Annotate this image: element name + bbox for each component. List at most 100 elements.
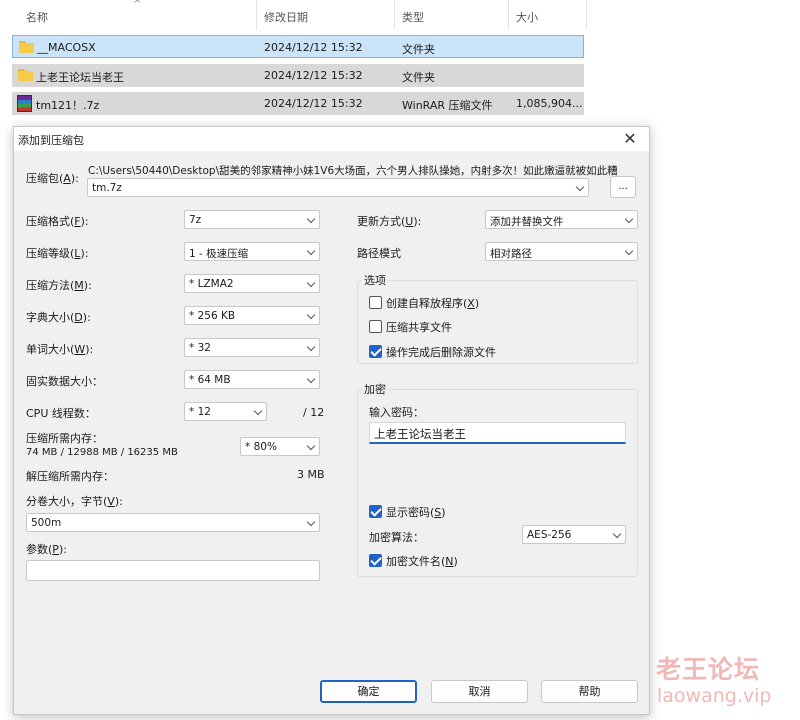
chevron-down-icon xyxy=(306,277,316,289)
show-password-label[interactable]: 显示密码(S) xyxy=(386,504,446,520)
column-header: 名称 ^ 修改日期 类型 大小 xyxy=(0,0,590,34)
chevron-down-icon xyxy=(253,405,263,417)
method-combo[interactable]: * LZMA2 xyxy=(184,274,320,293)
mem-percent-combo[interactable]: * 80% xyxy=(240,437,320,456)
split-label: 分卷大小，字节(V): xyxy=(26,495,123,508)
chevron-down-icon xyxy=(624,245,634,257)
column-type[interactable]: 类型 xyxy=(402,9,424,25)
cpu-label: CPU 线程数： xyxy=(26,407,96,420)
encryption-title: 加密 xyxy=(362,381,388,397)
mem-decomp-value: 3 MB xyxy=(297,468,325,481)
word-value: * 32 xyxy=(189,342,211,354)
column-name[interactable]: 名称 xyxy=(26,9,48,25)
file-modified: 2024/12/12 15:32 xyxy=(264,41,363,54)
file-type: 文件夹 xyxy=(402,43,435,56)
split-combo[interactable]: 500m xyxy=(26,513,320,532)
column-modified[interactable]: 修改日期 xyxy=(264,9,308,25)
file-name: tm121！.7z xyxy=(36,99,100,112)
level-label: 压缩等级(L): xyxy=(26,247,89,260)
sort-up-icon: ^ xyxy=(133,0,142,10)
shared-checkbox[interactable] xyxy=(369,320,382,333)
encryption-method-combo[interactable]: AES-256 xyxy=(522,525,626,544)
solid-label: 固实数据大小： xyxy=(26,375,103,388)
update-label: 更新方式(U): xyxy=(357,215,422,228)
show-password-checkbox[interactable] xyxy=(369,505,382,518)
update-combo[interactable]: 添加并替换文件 xyxy=(485,210,638,229)
path-mode-value: 相对路径 xyxy=(490,248,532,260)
column-divider[interactable] xyxy=(394,0,395,30)
cpu-combo[interactable]: * 12 xyxy=(184,402,267,421)
word-combo[interactable]: * 32 xyxy=(184,338,320,357)
encryption-method-label: 加密算法： xyxy=(369,531,424,544)
format-value: 7z xyxy=(189,214,202,226)
update-value: 添加并替换文件 xyxy=(490,216,564,228)
file-name: __MACOSX xyxy=(37,41,96,54)
file-type: 文件夹 xyxy=(402,71,435,84)
dict-combo[interactable]: * 256 KB xyxy=(184,306,320,325)
chevron-down-icon xyxy=(306,341,316,353)
dict-value: * 256 KB xyxy=(189,310,236,322)
file-row-macosx[interactable]: __MACOSX 2024/12/12 15:32 文件夹 xyxy=(12,35,584,58)
password-label: 输入密码： xyxy=(369,406,424,419)
sfx-checkbox[interactable] xyxy=(369,296,382,309)
watermark-url: laowang.vip xyxy=(657,685,772,707)
level-combo[interactable]: 1 - 极速压缩 xyxy=(184,242,320,261)
close-button[interactable]: ✕ xyxy=(619,128,641,150)
archive-path: C:\Users\50440\Desktop\甜美的邻家精神小妹1V6大场面，六… xyxy=(88,165,618,177)
encrypt-names-checkbox[interactable] xyxy=(369,554,382,567)
column-size[interactable]: 大小 xyxy=(516,9,538,25)
file-modified: 2024/12/12 15:32 xyxy=(264,69,363,82)
mem-percent-value: * 80% xyxy=(245,441,277,453)
method-label: 压缩方法(M): xyxy=(26,279,92,292)
encryption-method-value: AES-256 xyxy=(527,529,572,541)
method-value: * LZMA2 xyxy=(189,278,234,290)
password-value: 上老王论坛当老王 xyxy=(374,427,466,441)
params-label: 参数(P): xyxy=(26,543,67,556)
chevron-down-icon xyxy=(624,213,634,225)
solid-combo[interactable]: * 64 MB xyxy=(184,370,320,389)
file-row-archive[interactable]: tm121！.7z 2024/12/12 15:32 WinRAR 压缩文件 1… xyxy=(12,92,584,115)
cancel-button[interactable]: 取消 xyxy=(431,680,528,703)
shared-label[interactable]: 压缩共享文件 xyxy=(386,319,452,335)
file-row-folder[interactable]: 上老王论坛当老王 2024/12/12 15:32 文件夹 xyxy=(12,64,584,87)
archive-name-value: tm.7z xyxy=(92,182,122,194)
file-modified: 2024/12/12 15:32 xyxy=(264,97,363,110)
level-value: 1 - 极速压缩 xyxy=(189,248,249,260)
path-mode-label: 路径模式 xyxy=(357,247,401,260)
chevron-down-icon xyxy=(306,309,316,321)
column-divider[interactable] xyxy=(586,0,587,30)
format-label: 压缩格式(F): xyxy=(26,215,89,228)
mem-comp-label: 压缩所需内存： xyxy=(26,432,103,445)
help-button[interactable]: 帮助 xyxy=(541,680,638,703)
column-divider[interactable] xyxy=(508,0,509,30)
format-combo[interactable]: 7z xyxy=(184,210,320,229)
browse-button[interactable]: ... xyxy=(610,176,636,198)
chevron-down-icon xyxy=(306,213,316,225)
cpu-value: * 12 xyxy=(189,406,211,418)
folder-icon xyxy=(19,41,34,53)
password-input[interactable]: 上老王论坛当老王 xyxy=(369,422,626,444)
dialog-titlebar[interactable]: 添加到压缩包 ✕ xyxy=(14,127,649,151)
chevron-down-icon xyxy=(306,245,316,257)
ok-button[interactable]: 确定 xyxy=(320,680,417,703)
split-value: 500m xyxy=(31,517,62,529)
chevron-down-icon xyxy=(306,373,316,385)
chevron-down-icon xyxy=(575,181,585,193)
close-icon: ✕ xyxy=(623,129,637,148)
delete-source-checkbox[interactable] xyxy=(369,345,382,358)
delete-source-label[interactable]: 操作完成后删除源文件 xyxy=(386,344,496,360)
params-input[interactable] xyxy=(26,560,320,581)
file-name: 上老王论坛当老王 xyxy=(36,71,124,84)
sfx-label[interactable]: 创建自释放程序(X) xyxy=(386,295,479,311)
archive-name-combo[interactable]: tm.7z xyxy=(87,178,589,197)
dialog-title: 添加到压缩包 xyxy=(18,134,84,147)
mem-decomp-label: 解压缩所需内存： xyxy=(26,470,114,483)
path-mode-combo[interactable]: 相对路径 xyxy=(485,242,638,261)
mem-comp-detail: 74 MB / 12988 MB / 16235 MB xyxy=(26,447,178,458)
archive-label: 压缩包(A): xyxy=(26,172,79,185)
chevron-down-icon xyxy=(306,516,316,528)
column-divider[interactable] xyxy=(256,0,257,30)
encrypt-names-label[interactable]: 加密文件名(N) xyxy=(386,553,458,569)
file-size: 1,085,904... xyxy=(516,97,583,110)
file-type: WinRAR 压缩文件 xyxy=(402,99,493,112)
